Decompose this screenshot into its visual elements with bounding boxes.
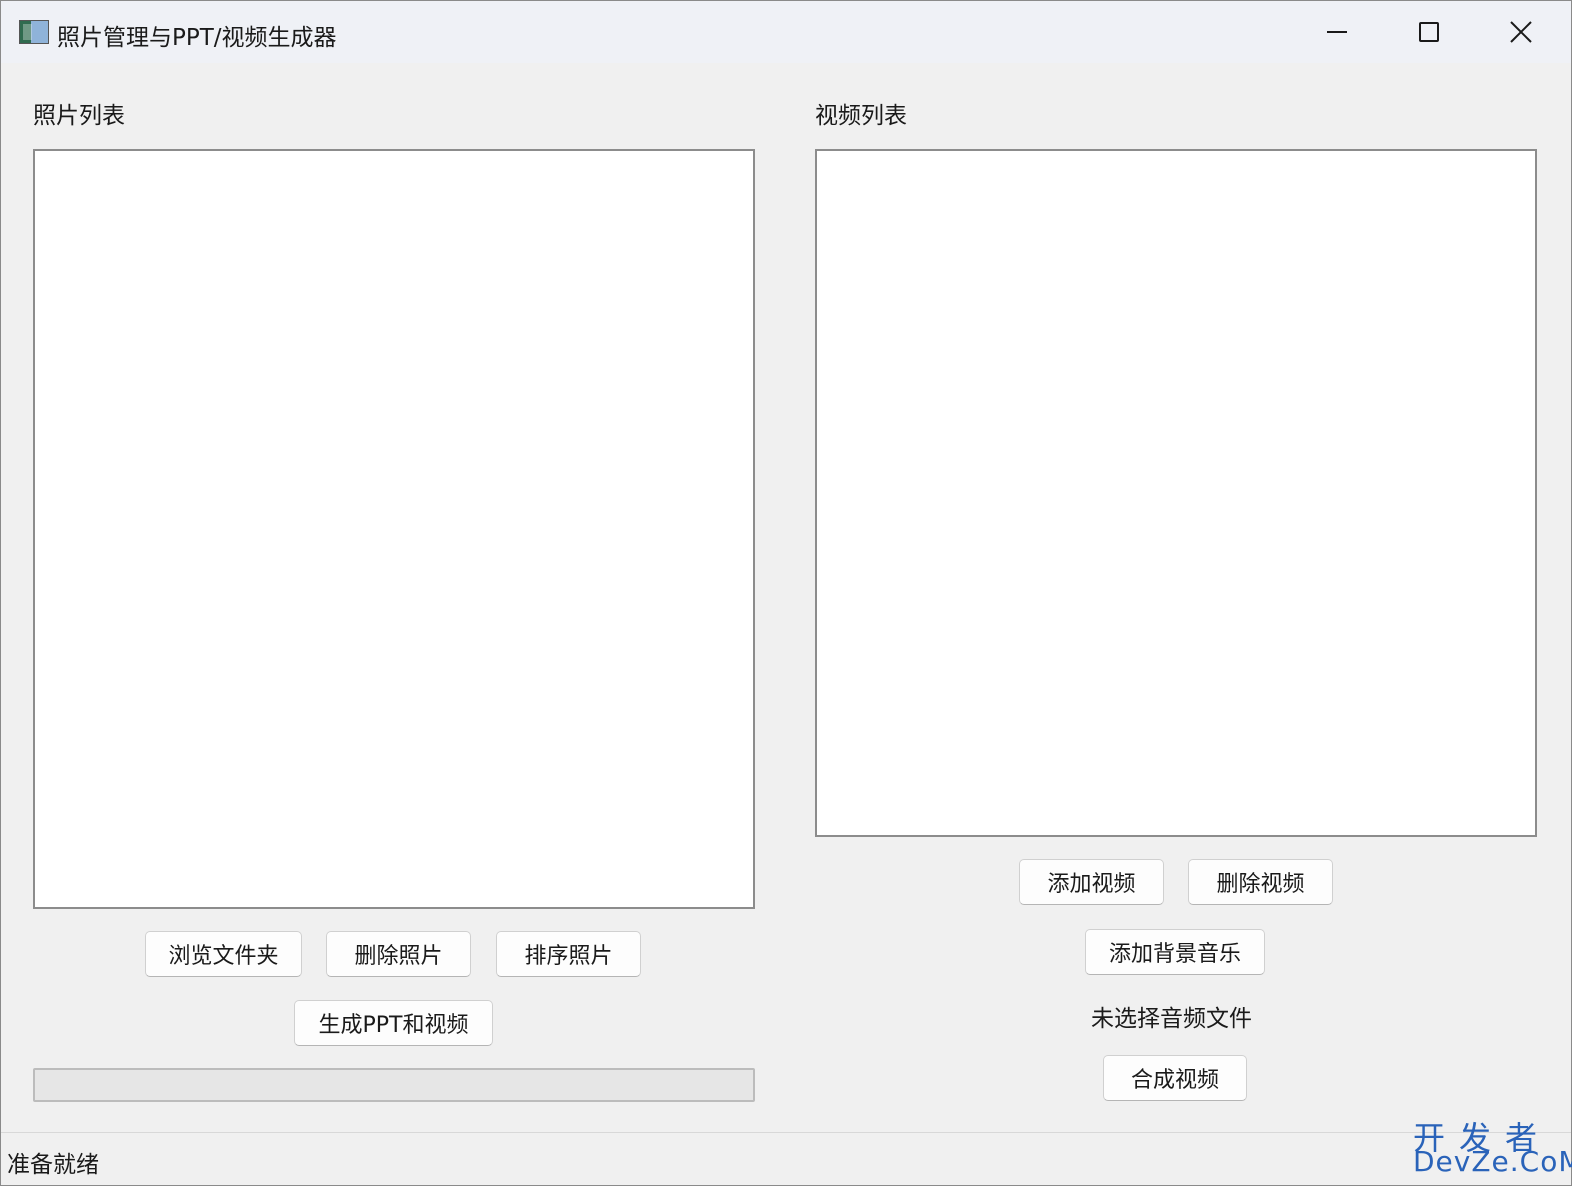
- delete-video-button[interactable]: 删除视频: [1188, 859, 1333, 905]
- window-title: 照片管理与PPT/视频生成器: [57, 25, 337, 51]
- photo-list-label: 照片列表: [33, 103, 125, 129]
- delete-photo-button[interactable]: 删除照片: [326, 931, 471, 977]
- close-icon: [1510, 21, 1532, 43]
- watermark-line2: DevZe.CoM: [1413, 1145, 1572, 1178]
- app-window-icon: [19, 20, 49, 44]
- add-video-button[interactable]: 添加视频: [1019, 859, 1164, 905]
- video-list-label: 视频列表: [815, 103, 907, 129]
- progress-bar: [33, 1068, 755, 1102]
- generate-ppt-video-button[interactable]: 生成PPT和视频: [294, 1000, 493, 1046]
- maximize-icon: [1419, 22, 1439, 42]
- minimize-button[interactable]: [1291, 1, 1383, 63]
- maximize-button[interactable]: [1383, 1, 1475, 63]
- minimize-icon: [1327, 31, 1347, 33]
- browse-folder-button[interactable]: 浏览文件夹: [145, 931, 302, 977]
- merge-video-button[interactable]: 合成视频: [1103, 1055, 1247, 1101]
- sort-photo-button[interactable]: 排序照片: [496, 931, 641, 977]
- audio-file-status: 未选择音频文件: [1091, 1006, 1252, 1032]
- title-bar[interactable]: 照片管理与PPT/视频生成器: [1, 1, 1571, 63]
- status-bar-text: 准备就绪: [7, 1152, 99, 1178]
- close-button[interactable]: [1475, 1, 1567, 63]
- photo-list[interactable]: [33, 149, 755, 909]
- add-background-music-button[interactable]: 添加背景音乐: [1085, 929, 1265, 975]
- video-list[interactable]: [815, 149, 1537, 837]
- app-window: 照片管理与PPT/视频生成器 照片列表 浏览文件夹 删除照片 排序照片 生成PP…: [0, 0, 1572, 1186]
- status-bar-separator: [1, 1132, 1571, 1133]
